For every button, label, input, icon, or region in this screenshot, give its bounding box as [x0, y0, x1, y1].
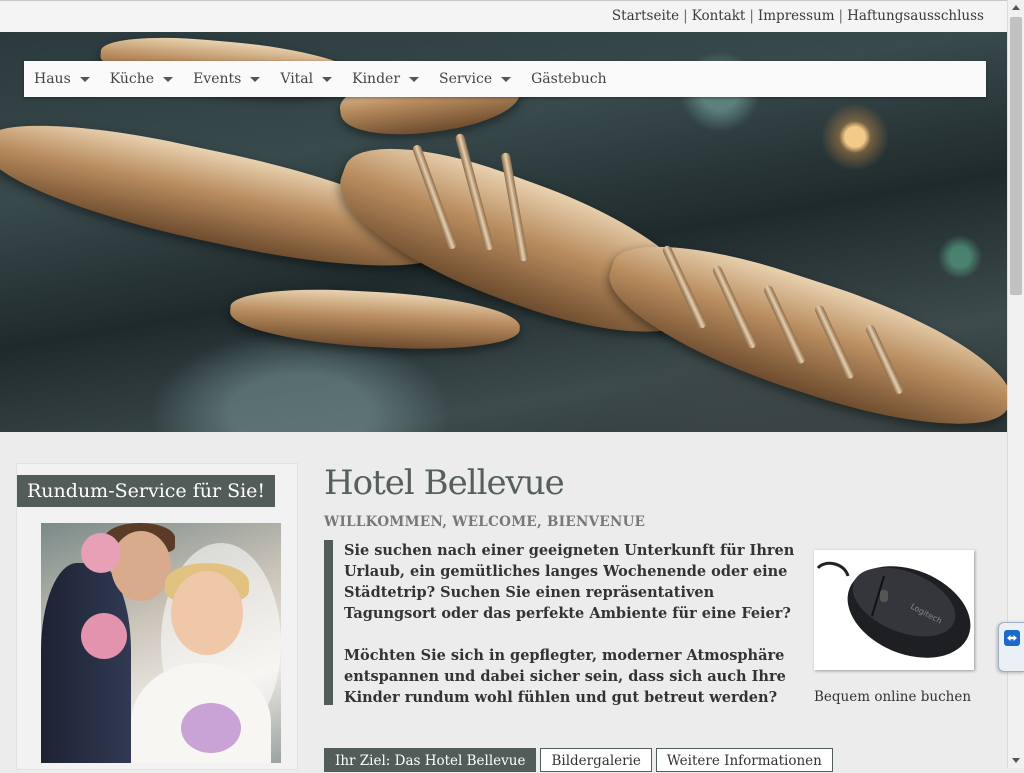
separator: |: [838, 8, 844, 24]
photo-flower: [81, 613, 127, 659]
link-startseite[interactable]: Startseite: [612, 8, 679, 24]
link-impressum[interactable]: Impressum: [758, 8, 835, 24]
intro-paragraph: Sie suchen nach einer geeigneten Unterku…: [344, 542, 795, 622]
separator: |: [749, 8, 754, 24]
nav-item-vital[interactable]: Vital: [270, 61, 342, 97]
nav-label: Haus: [34, 71, 71, 87]
nav-label: Kinder: [352, 71, 401, 87]
nav-item-kinder[interactable]: Kinder: [342, 61, 429, 97]
sidebar-title: Rundum-Service für Sie!: [17, 475, 275, 507]
nav-label: Küche: [109, 71, 155, 87]
nav-item-events[interactable]: Events: [183, 61, 270, 97]
photo-groom-face: [111, 531, 171, 601]
booking-caption[interactable]: Bequem online buchen: [814, 689, 1014, 705]
chevron-down-icon: [501, 76, 512, 82]
chevron-down-icon: [79, 76, 90, 82]
link-kontakt[interactable]: Kontakt: [692, 8, 746, 24]
tab-weitere-informationen[interactable]: Weitere Informationen: [655, 748, 833, 772]
nav-label: Gästebuch: [531, 71, 607, 87]
intro-paragraph: Möchten Sie sich in gepflegter, moderner…: [344, 647, 786, 706]
photo-flower: [81, 533, 121, 573]
nav-label: Service: [439, 71, 493, 87]
photo-groom: [41, 563, 131, 763]
photo-bouquet: [181, 703, 241, 753]
chevron-down-icon: [163, 76, 174, 82]
teamviewer-icon: [1004, 630, 1020, 646]
scroll-down-icon[interactable]: [1012, 758, 1020, 763]
online-booking-image[interactable]: Logitech Bequem online buchen: [814, 550, 974, 705]
photo-bride-face: [171, 571, 243, 655]
separator: |: [683, 8, 688, 24]
nav-item-haus[interactable]: Haus: [24, 61, 100, 97]
skeleton-bone: [228, 284, 522, 355]
main-navigation: Haus Küche Events Vital Kinder Service G…: [24, 61, 986, 97]
intro-blockquote: Sie suchen nach einer geeigneten Unterku…: [324, 540, 804, 706]
chevron-down-icon: [250, 76, 261, 82]
link-haftungsausschluss[interactable]: Haftungsausschluss: [847, 8, 984, 24]
page-title: Hotel Bellevue: [324, 463, 565, 503]
tab-ihr-ziel[interactable]: Ihr Ziel: Das Hotel Bellevue: [324, 748, 537, 772]
nav-label: Vital: [280, 71, 314, 87]
sidebar: Rundum-Service für Sie!: [16, 463, 298, 770]
scroll-up-icon[interactable]: [1012, 5, 1020, 10]
content-tabs: Ihr Ziel: Das Hotel Bellevue Bildergaler…: [324, 748, 833, 772]
chevron-down-icon: [409, 76, 420, 82]
computer-mouse-icon: Logitech: [816, 561, 971, 658]
nav-item-kueche[interactable]: Küche: [100, 61, 183, 97]
tab-bildergalerie[interactable]: Bildergalerie: [540, 748, 652, 772]
top-utility-bar: Startseite | Kontakt | Impressum | Haftungsaus…: [0, 0, 1007, 32]
nav-label: Events: [193, 71, 242, 87]
nav-item-gaestebuch[interactable]: Gästebuch: [521, 61, 616, 97]
top-links: Startseite | Kontakt | Impressum | Haftungsaus…: [612, 8, 984, 24]
skeleton-bone: [593, 219, 1007, 432]
nav-item-service[interactable]: Service: [429, 61, 521, 97]
page-subtitle: WILLKOMMEN, WELCOME, BIENVENUE: [324, 514, 646, 530]
scrollbar-thumb[interactable]: [1010, 17, 1022, 295]
teamviewer-widget[interactable]: [998, 622, 1024, 672]
chevron-down-icon: [322, 76, 333, 82]
wedding-photo[interactable]: [41, 523, 281, 763]
